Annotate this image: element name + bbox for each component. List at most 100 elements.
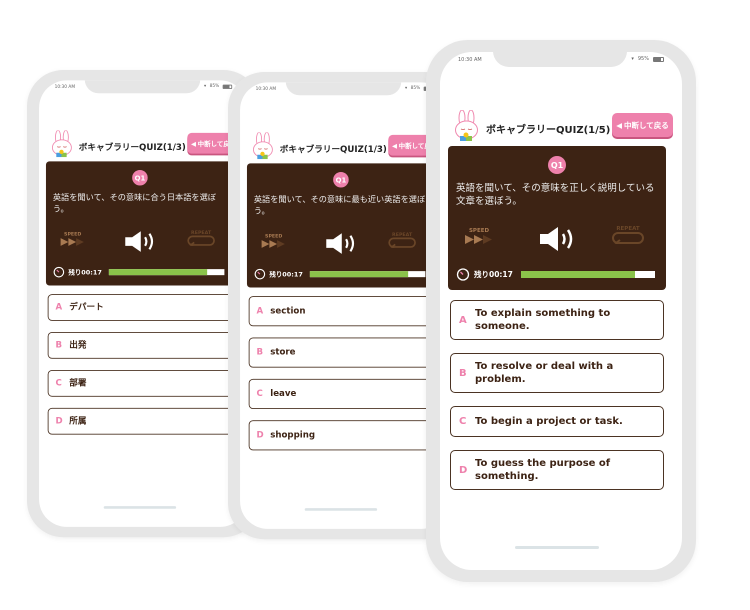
option-text: 所属 (69, 416, 87, 427)
option-letter: B (55, 340, 63, 351)
scroll-content[interactable]: 10:30 AM ▾ 95% ボキャブラリーQUIZ(1/5) ◀ 中断して戻る Q… (440, 52, 682, 500)
option-text: To begin a project or task. (475, 416, 623, 427)
time-remaining: 残り00:17 (474, 270, 513, 279)
question-card: Q1 英語を聞いて、その意味に最も近い英語を選ぼう。 SPEED REPEAT … (246, 163, 435, 288)
repeat-icon (388, 237, 416, 251)
status-time: 10:30 AM (54, 84, 76, 90)
status-time: 10:30 AM (458, 57, 482, 63)
back-arrow-icon: ◀ (190, 139, 196, 148)
stopwatch-icon (254, 268, 266, 280)
answer-option-b[interactable]: B 出発 (47, 332, 233, 359)
quiz-title: ボキャブラリーQUIZ(1/3) (78, 143, 186, 153)
time-progress-bar (521, 271, 655, 278)
phone-screen: 10:30 AM ▾ 85% ボキャブラリーQUIZ(1/3) ◀ 中断して戻る Q… (240, 82, 449, 529)
repeat-icon (187, 235, 215, 249)
time-remaining: 残り00:17 (68, 268, 102, 277)
option-text: To resolve or deal with a problem. (475, 361, 614, 385)
status-time: 10:30 AM (255, 86, 277, 92)
quiz-title: ボキャブラリーQUIZ(1/5) (486, 125, 611, 136)
scroll-content[interactable]: 10:30 AM ▾ 85% ボキャブラリーQUIZ(1/3) ◀ 中断して戻る Q… (240, 82, 449, 468)
option-text: デパート (69, 302, 104, 313)
wifi-icon: ▾ (204, 83, 207, 89)
option-letter: A (459, 314, 467, 326)
home-indicator[interactable] (515, 546, 599, 549)
back-arrow-icon: ◀ (391, 141, 397, 150)
repeat-button[interactable]: REPEAT (610, 226, 646, 247)
repeat-button[interactable]: REPEAT (186, 230, 217, 249)
stopwatch-icon (456, 268, 470, 281)
question-text: 英語を聞いて、その意味を正しく説明している文章を選ぼう。 (456, 183, 655, 207)
option-letter: C (55, 378, 62, 389)
answer-options: A To explain something to someone. B To res… (450, 300, 664, 490)
repeat-button[interactable]: REPEAT (387, 232, 418, 251)
option-letter: B (256, 347, 264, 358)
option-text: shopping (270, 430, 316, 441)
option-letter: C (256, 389, 263, 399)
speaker-play-icon[interactable] (124, 230, 158, 252)
answer-option-c[interactable]: Cleave (248, 378, 434, 410)
answer-options: Asection Bstore Cleave Dshopping (248, 296, 434, 451)
home-indicator[interactable] (103, 506, 177, 509)
answer-option-c[interactable]: C To begin a project or task. (450, 406, 664, 437)
repeat-icon (612, 232, 644, 247)
option-letter: C (459, 416, 467, 427)
option-text: 出発 (69, 340, 87, 351)
scroll-content[interactable]: 10:30 AM ▾ 85% ボキャブラリーQUIZ(1/3) ◀ 中断して戻る Q… (39, 80, 248, 466)
question-text: 英語を聞いて、その意味に合う日本語を選ぼう。 (52, 193, 216, 214)
time-remaining: 残り00:17 (269, 270, 303, 279)
speed-arrows-icon (60, 238, 84, 246)
answer-option-c[interactable]: C 部署 (47, 369, 233, 397)
answer-option-d[interactable]: D To guess the purpose of something. (450, 450, 664, 490)
notch (493, 52, 627, 67)
time-progress-bar (309, 271, 426, 278)
back-arrow-icon: ◀ (616, 120, 622, 130)
option-text: section (270, 306, 306, 316)
phone-screen: 10:30 AM ▾ 85% ボキャブラリーQUIZ(1/3) ◀ 中断して戻る Q… (39, 80, 248, 527)
speed-button[interactable]: SPEED (464, 228, 494, 247)
battery-percent: 95% (637, 56, 649, 62)
battery-percent: 85% (209, 83, 220, 89)
option-text: leave (270, 389, 297, 399)
question-card: Q1 英語を聞いて、その意味に合う日本語を選ぼう。 SPEED REPEAT 残… (45, 161, 234, 286)
answer-option-d[interactable]: Dshopping (248, 420, 434, 451)
time-progress-fill (309, 271, 409, 278)
question-card: Q1 英語を聞いて、その意味を正しく説明している文章を選ぼう。 SPEED RE… (448, 146, 666, 290)
option-letter: D (55, 416, 63, 427)
quit-button[interactable]: ◀ 中断して戻る (612, 113, 673, 137)
option-letter: A (256, 306, 264, 316)
speaker-play-icon[interactable] (538, 226, 578, 252)
answer-options: A デパート B 出発 C 部署 D 所属 (47, 294, 233, 435)
time-progress-fill (521, 271, 635, 278)
wifi-icon: ▾ (631, 56, 634, 62)
battery-icon (222, 84, 233, 89)
quit-label: 中断して戻る (624, 120, 669, 130)
time-progress-bar (108, 269, 225, 276)
answer-option-a[interactable]: A To explain something to someone. (450, 300, 664, 340)
answer-option-a[interactable]: Asection (248, 296, 434, 327)
bunny-mascot-icon (252, 132, 273, 160)
speed-arrows-icon (261, 240, 285, 248)
option-letter: A (55, 302, 63, 313)
phone-mockup-1: 10:30 AM ▾ 85% ボキャブラリーQUIZ(1/3) ◀ 中断して戻る Q… (27, 70, 260, 538)
time-progress-fill (108, 269, 208, 276)
stopwatch-icon (53, 266, 65, 278)
notch (84, 80, 201, 94)
answer-option-b[interactable]: Bstore (248, 337, 434, 368)
answer-option-d[interactable]: D 所属 (47, 407, 233, 435)
phone-screen: 10:30 AM ▾ 95% ボキャブラリーQUIZ(1/5) ◀ 中断して戻る Q… (440, 52, 682, 570)
speed-button[interactable]: SPEED (60, 232, 86, 248)
question-number-badge: Q1 (333, 171, 349, 188)
speaker-play-icon[interactable] (325, 232, 359, 254)
home-indicator[interactable] (304, 508, 378, 511)
option-text: 部署 (69, 378, 87, 389)
option-letter: D (459, 464, 468, 476)
battery-percent: 85% (410, 85, 421, 91)
phone-mockup-3: 10:30 AM ▾ 95% ボキャブラリーQUIZ(1/5) ◀ 中断して戻る Q… (426, 40, 696, 582)
battery-icon (653, 56, 664, 62)
notch (285, 82, 402, 96)
answer-option-b[interactable]: B To resolve or deal with a problem. (450, 353, 664, 393)
speed-button[interactable]: SPEED (261, 234, 287, 250)
quiz-title: ボキャブラリーQUIZ(1/3) (279, 145, 387, 155)
answer-option-a[interactable]: A デパート (47, 294, 233, 321)
speed-arrows-icon (465, 235, 492, 244)
